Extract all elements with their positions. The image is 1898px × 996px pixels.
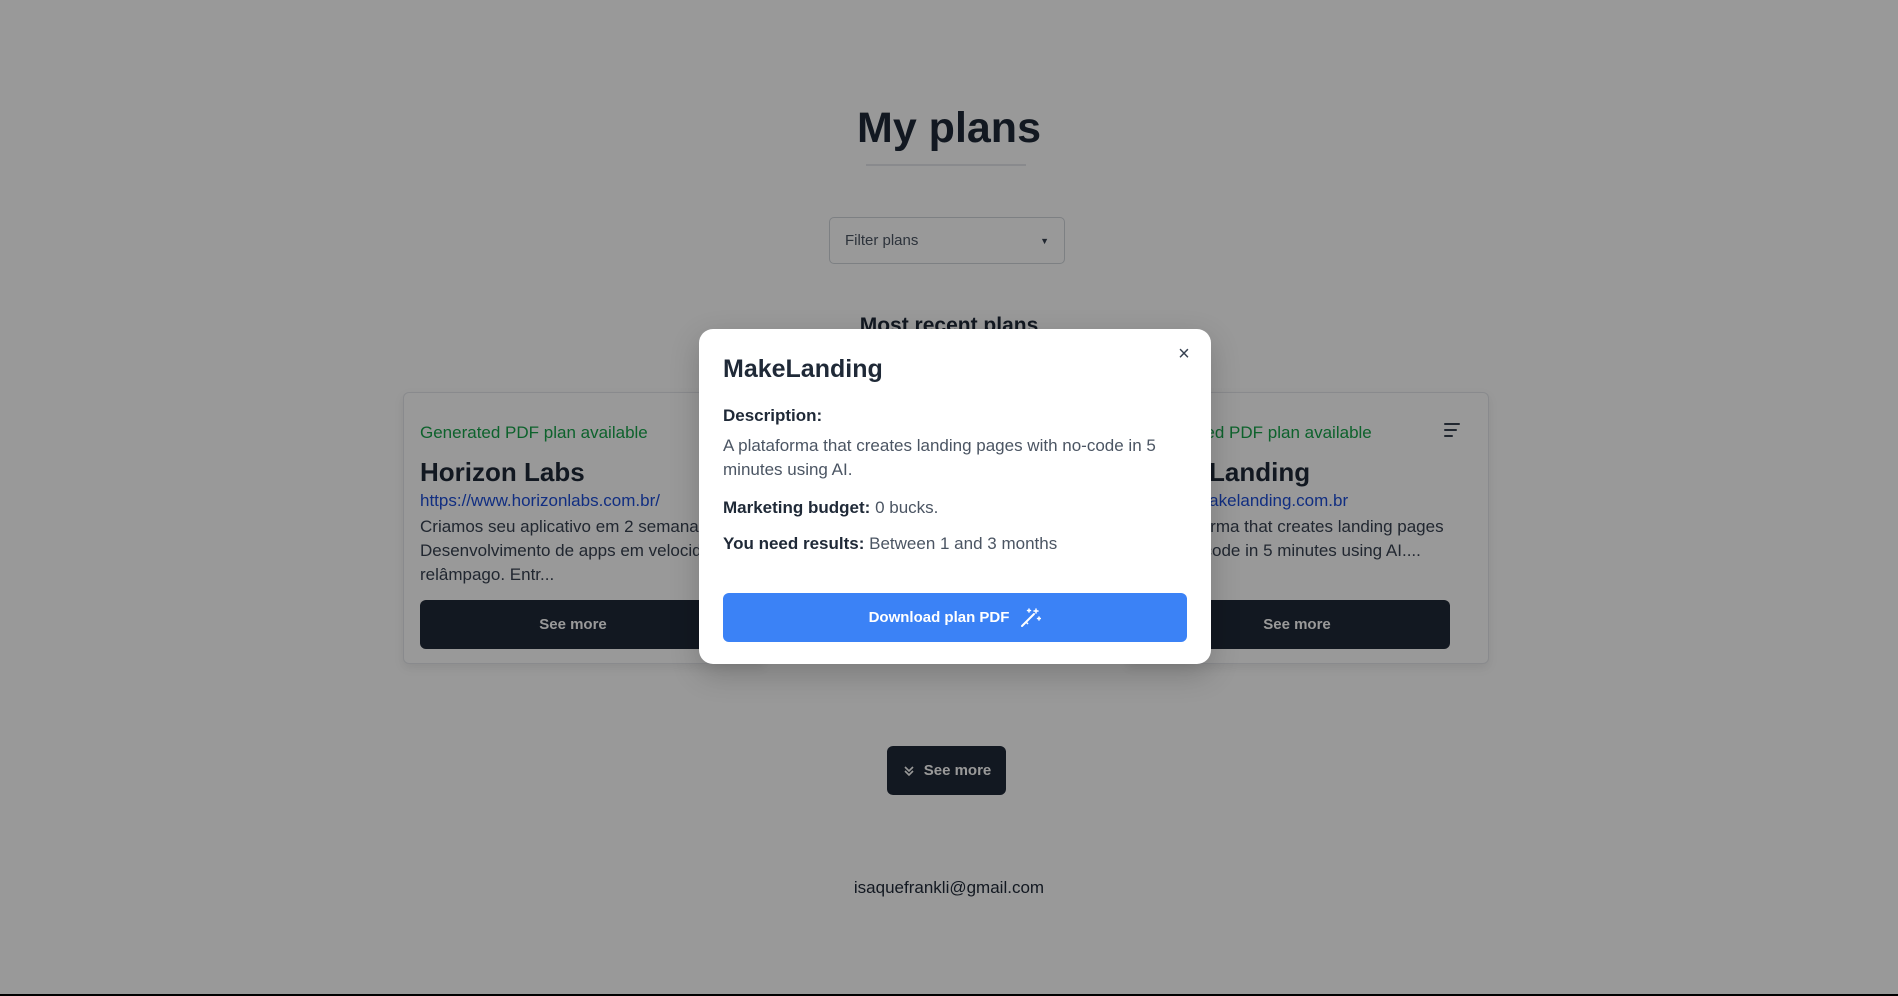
modal-title: MakeLanding xyxy=(723,355,883,383)
download-plan-pdf-label: Download plan PDF xyxy=(868,609,1010,626)
marketing-budget-value: 0 bucks. xyxy=(875,498,939,517)
description-label: Description: xyxy=(723,406,823,425)
close-icon[interactable]: × xyxy=(1173,343,1195,365)
modal-description: A plataforma that creates landing pages … xyxy=(723,436,1156,479)
plan-details-modal: × MakeLanding Description: A plataforma … xyxy=(699,329,1211,664)
results-timeframe-label: You need results: xyxy=(723,534,865,553)
download-plan-pdf-button[interactable]: Download plan PDF xyxy=(723,593,1187,642)
marketing-budget-row: Marketing budget: 0 bucks. xyxy=(723,498,1187,518)
marketing-budget-label: Marketing budget: xyxy=(723,498,871,517)
results-timeframe-row: You need results: Between 1 and 3 months xyxy=(723,534,1187,554)
magic-wand-icon xyxy=(1021,607,1042,627)
results-timeframe-value: Between 1 and 3 months xyxy=(869,534,1058,553)
